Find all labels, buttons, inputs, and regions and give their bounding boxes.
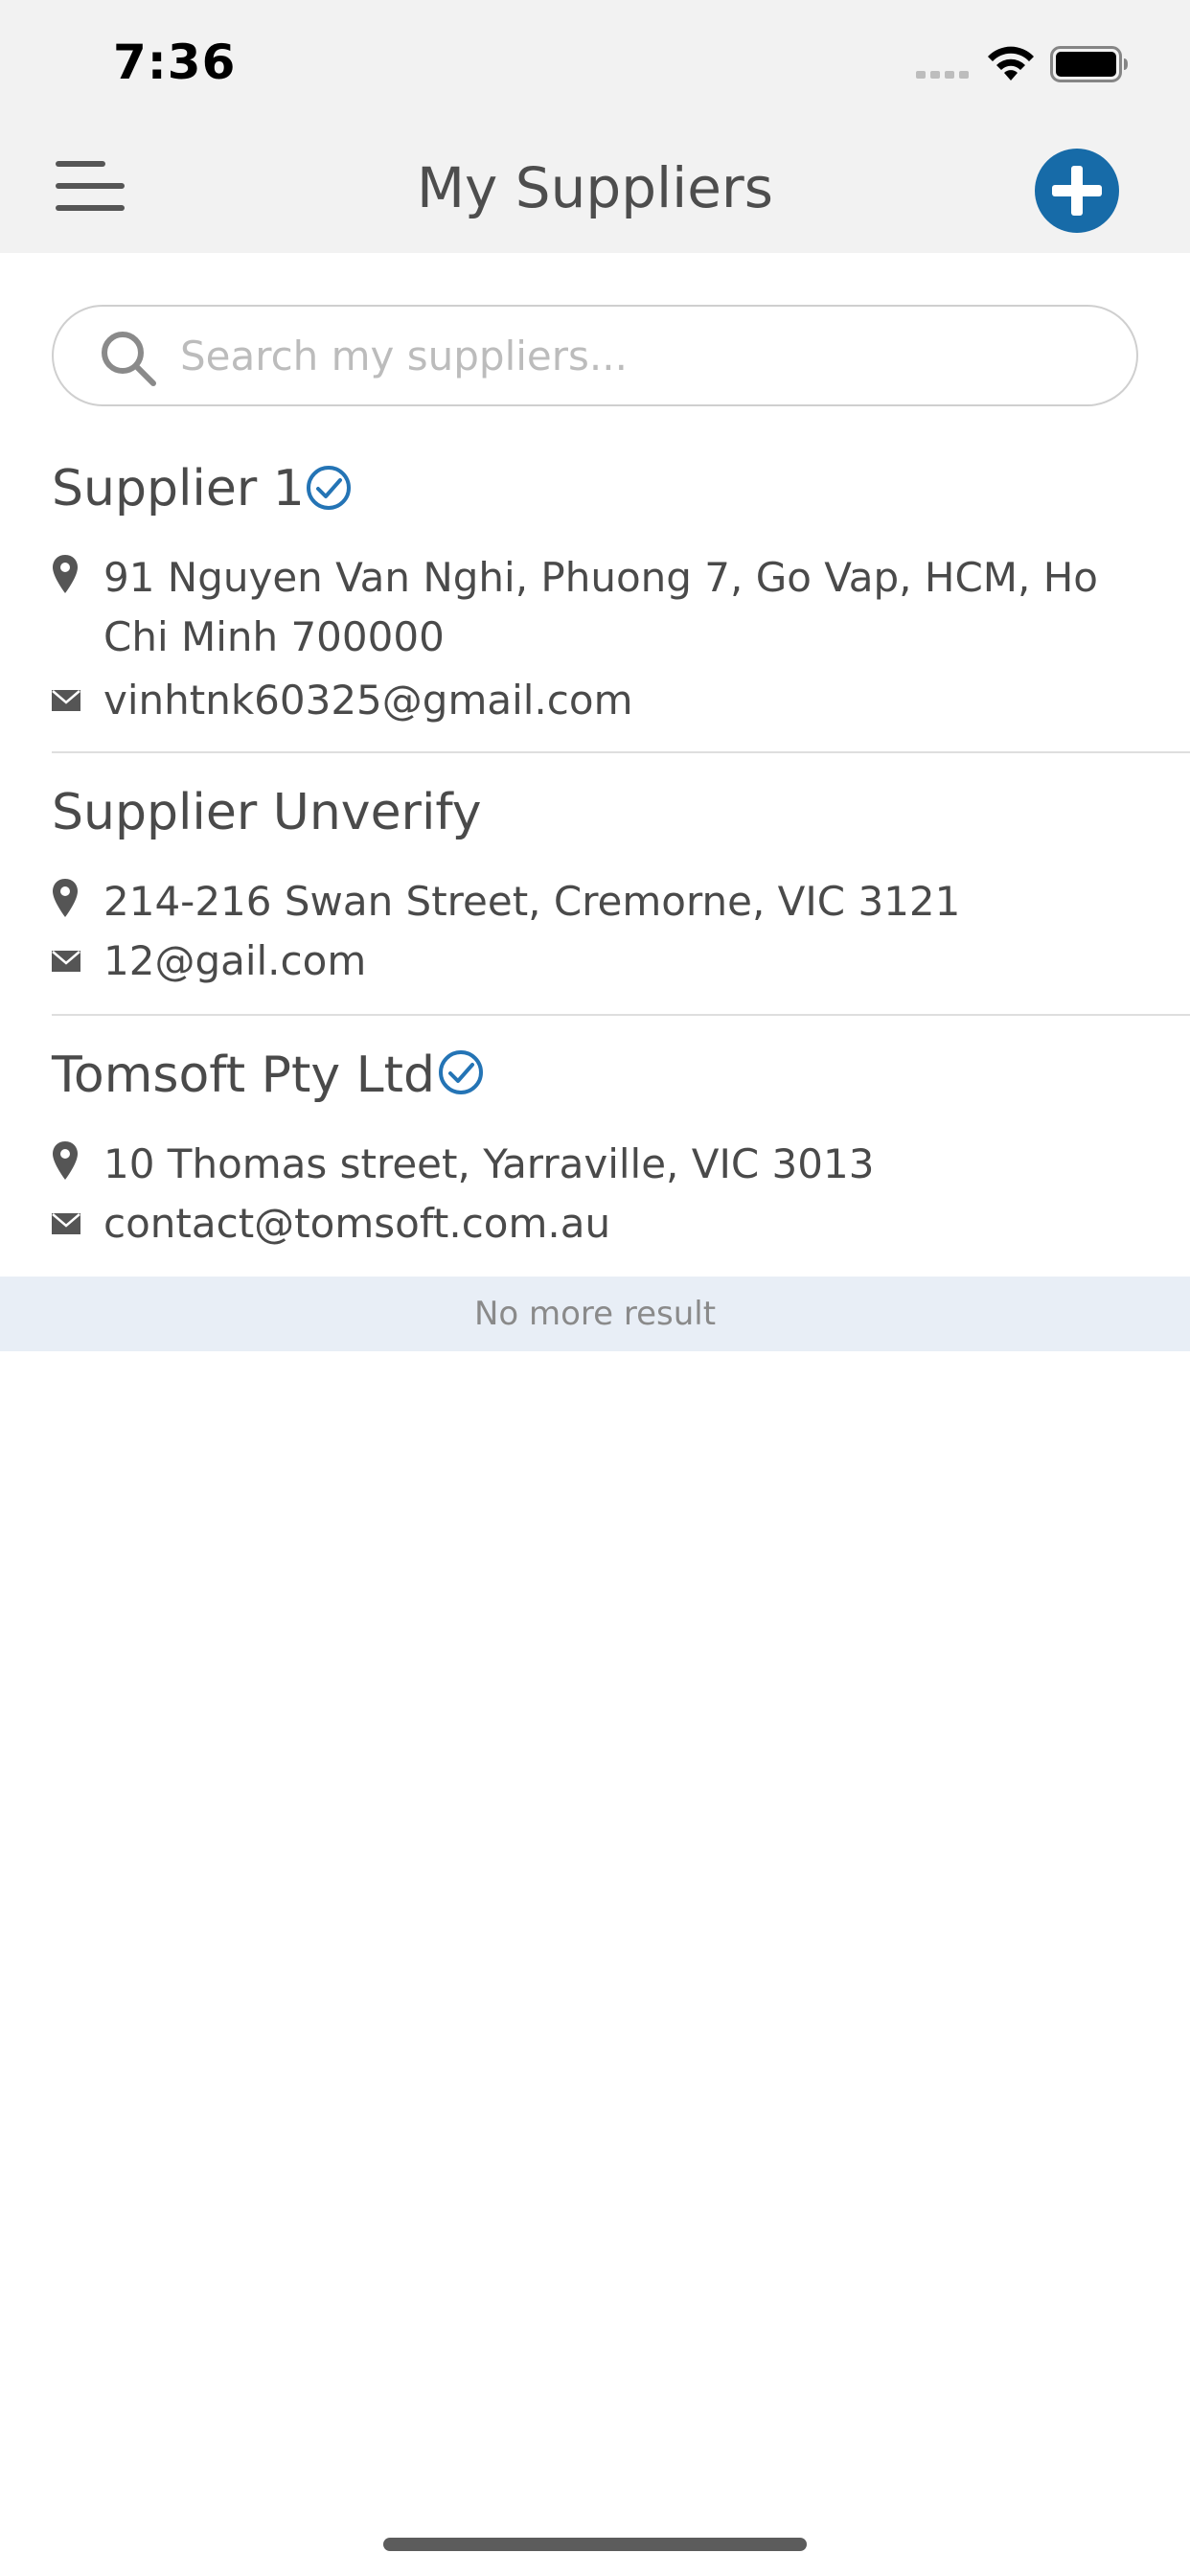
supplier-address: 91 Nguyen Van Nghi, Phuong 7, Go Vap, HC… bbox=[103, 554, 1099, 660]
supplier-item[interactable]: Tomsoft Pty Ltd 10 Thomas street, Yarrav… bbox=[52, 1045, 1190, 1267]
home-indicator[interactable] bbox=[383, 2538, 807, 2551]
status-time: 7:36 bbox=[113, 34, 237, 90]
supplier-name: Supplier Unverify bbox=[52, 784, 482, 841]
search-icon bbox=[102, 332, 156, 386]
location-pin-icon bbox=[53, 879, 78, 917]
email-icon bbox=[52, 951, 80, 972]
email-icon bbox=[52, 690, 80, 711]
verified-check-icon bbox=[307, 466, 351, 510]
no-more-result-banner: No more result bbox=[0, 1276, 1190, 1351]
supplier-email: vinhtnk60325@gmail.com bbox=[103, 677, 633, 724]
search-input[interactable] bbox=[178, 324, 1098, 387]
verified-check-icon bbox=[439, 1050, 483, 1094]
supplier-item[interactable]: Supplier Unverify 214-216 Swan Street, C… bbox=[52, 782, 1190, 999]
supplier-name: Tomsoft Pty Ltd bbox=[52, 1046, 436, 1104]
page-title: My Suppliers bbox=[417, 155, 773, 220]
plus-icon bbox=[1052, 166, 1102, 216]
add-supplier-button[interactable] bbox=[1035, 149, 1119, 233]
supplier-email: 12@gail.com bbox=[103, 937, 367, 984]
location-pin-icon bbox=[53, 1141, 78, 1180]
supplier-email: contact@tomsoft.com.au bbox=[103, 1200, 611, 1247]
menu-button[interactable]: menu bbox=[54, 157, 128, 215]
email-icon bbox=[52, 1213, 80, 1234]
wifi-icon bbox=[988, 46, 1034, 80]
location-pin-icon bbox=[53, 555, 78, 593]
app-header: 7:36 menu My Suppliers bbox=[0, 0, 1190, 253]
divider bbox=[52, 751, 1190, 753]
battery-icon bbox=[1050, 46, 1128, 82]
supplier-address: 10 Thomas street, Yarraville, VIC 3013 bbox=[103, 1140, 875, 1187]
cellular-signal-icon bbox=[916, 71, 969, 79]
supplier-item[interactable]: Supplier 1 91 Nguyen Van Nghi, Phuong 7,… bbox=[52, 458, 1190, 736]
supplier-address: 214-216 Swan Street, Cremorne, VIC 3121 bbox=[103, 878, 961, 925]
supplier-name: Supplier 1 bbox=[52, 460, 305, 518]
divider bbox=[52, 1014, 1190, 1016]
search-bar[interactable] bbox=[52, 305, 1138, 406]
